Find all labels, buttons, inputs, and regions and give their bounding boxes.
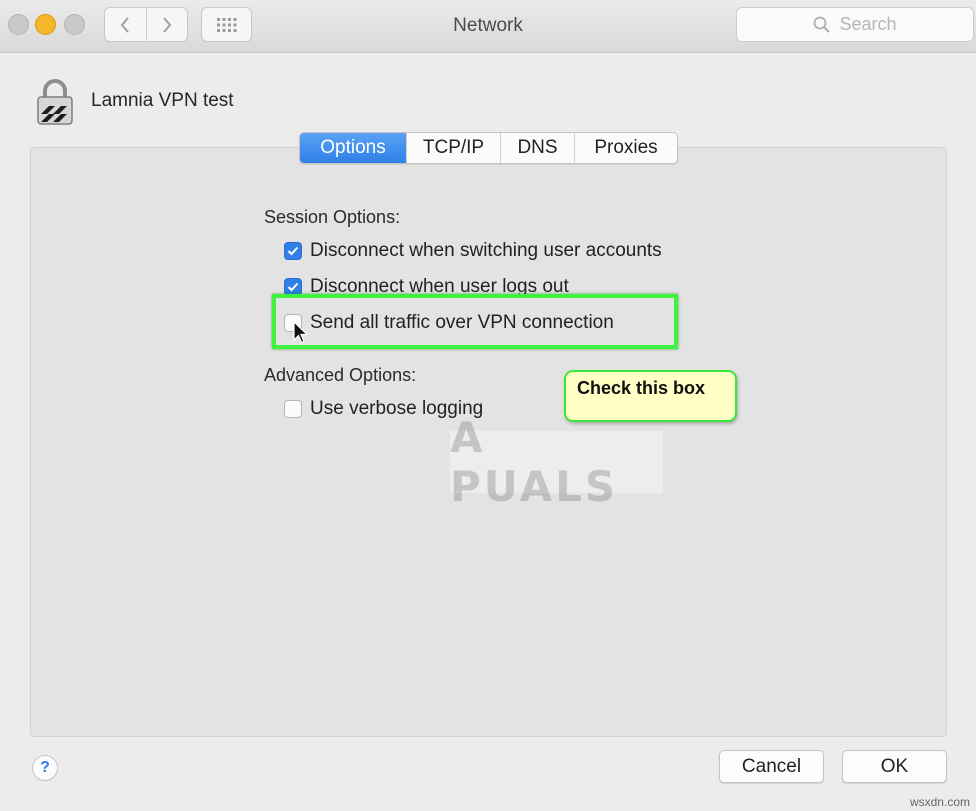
disconnect-switching-checkbox[interactable]: [284, 242, 302, 260]
tab-dns[interactable]: DNS: [500, 133, 574, 163]
tab-proxies[interactable]: Proxies: [574, 133, 677, 163]
lock-icon: [37, 79, 73, 125]
option-disconnect-switching[interactable]: Disconnect when switching user accounts: [284, 240, 662, 262]
highlight-box: [272, 294, 678, 349]
verbose-logging-checkbox[interactable]: [284, 400, 302, 418]
search-field[interactable]: Search: [736, 7, 974, 42]
tab-options[interactable]: Options: [300, 133, 406, 163]
watermark-logo: A PUALS: [450, 413, 663, 511]
help-button[interactable]: ?: [32, 755, 58, 781]
cancel-button[interactable]: Cancel: [719, 750, 824, 783]
search-placeholder: Search: [839, 14, 897, 34]
tab-bar: Options TCP/IP DNS Proxies: [299, 132, 678, 164]
cursor-icon: [293, 321, 309, 344]
session-options-heading: Session Options:: [264, 207, 401, 227]
title-bar: Network Search: [0, 0, 976, 53]
advanced-options-heading: Advanced Options:: [264, 365, 417, 385]
checkmark-icon: [287, 282, 299, 292]
checkmark-icon: [287, 246, 299, 256]
ok-button[interactable]: OK: [842, 750, 947, 783]
magnifier-icon: [814, 16, 831, 33]
disconnect-switching-label: Disconnect when switching user accounts: [310, 240, 662, 261]
credit-text: wsxdn.com: [909, 795, 970, 809]
tab-tcpip[interactable]: TCP/IP: [406, 133, 500, 163]
connection-name: Lamnia VPN test: [91, 90, 234, 111]
